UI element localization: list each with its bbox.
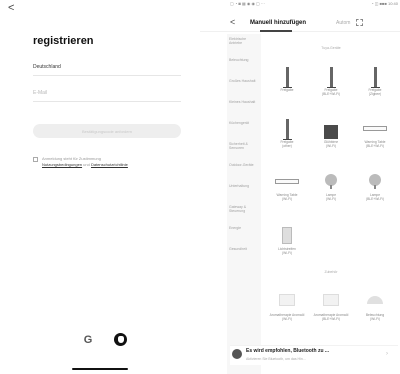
get-code-button[interactable]: Bestätigungscode anfordern: [33, 124, 181, 138]
bulb-icon: [324, 125, 338, 139]
terms-link[interactable]: Nutzungsbedingungen: [42, 162, 82, 167]
lamp-icon: [325, 174, 337, 189]
page-title: registrieren: [33, 35, 94, 47]
device-sub: (Wi-Fi): [282, 316, 292, 321]
device-sub: (Wi-Fi): [326, 143, 336, 148]
device-item[interactable]: Lampe (BLE+Wi-Fi): [356, 166, 394, 201]
chevron-right-icon[interactable]: ›: [386, 351, 388, 357]
sidebar-item[interactable]: Outdoor-Geräte: [227, 160, 261, 181]
privacy-link[interactable]: Datenschutzrichtlinie: [91, 162, 128, 167]
agreement-mid: und: [83, 162, 90, 167]
sidebar-item[interactable]: Gesundheit: [227, 244, 261, 265]
device-item[interactable]: Beleuchtung (Wi-Fi): [356, 286, 394, 321]
sidebar-item[interactable]: Elektrische Antriebe: [227, 34, 261, 55]
agreement-checkbox[interactable]: [33, 157, 38, 162]
status-icons-left: ▢ ◔ ◙ ▦ ◉ ◉ ▢ ···: [230, 1, 265, 6]
nav-bar: < Manuell hinzufügen Autom: [200, 14, 400, 32]
sidebar-item[interactable]: Küchengerät: [227, 118, 261, 139]
device-item[interactable]: Freigabe (BLE+Wi-Fi): [312, 61, 350, 96]
diffuser-icon: [279, 294, 295, 306]
bluetooth-icon: [232, 349, 242, 359]
device-item[interactable]: Lichtstreifen (Wi-Fi): [268, 220, 306, 255]
device-item[interactable]: Glühbirne (Wi-Fi): [312, 113, 350, 148]
tab-auto-scan[interactable]: Autom: [336, 20, 350, 26]
plug-icon: [370, 67, 380, 88]
plug-icon: [326, 67, 336, 88]
device-sub: (Zigbee): [368, 91, 382, 96]
status-icons-right: ◔ ◫ ■■■ 10:40: [371, 1, 398, 6]
section-header: Tuya-Geräte: [321, 46, 341, 50]
device-grid: Tuya-Geräte Freigabe Freigabe (BLE+Wi-Fi…: [262, 34, 400, 374]
social-login: G: [82, 333, 127, 346]
device-sub: (Wi-Fi): [326, 196, 336, 201]
table-lamp-icon: [275, 179, 299, 184]
google-icon[interactable]: G: [82, 334, 94, 346]
banner-subtitle: Aktivieren Sie Bluetooth, um das Hin...: [246, 357, 306, 361]
status-bar: ▢ ◔ ◙ ▦ ◉ ◉ ▢ ··· ◔ ◫ ■■■ 10:40: [230, 1, 398, 8]
category-sidebar: Elektrische Antriebe Beleuchtung Großes …: [227, 34, 261, 374]
device-sub: (Wi-Fi): [282, 196, 292, 201]
scan-icon[interactable]: [356, 19, 363, 26]
agreement-prefix: Anmeldung steht für Zustimmung: [42, 156, 101, 161]
sidebar-item[interactable]: Unterhaltung: [227, 181, 261, 202]
device-item[interactable]: Lampe (Wi-Fi): [312, 166, 350, 201]
device-sub: (BLE+Wi-Fi): [321, 91, 341, 96]
lamp-icon: [369, 174, 381, 189]
add-device-screen: ▢ ◔ ◙ ▦ ◉ ◉ ▢ ··· ◔ ◫ ■■■ 10:40 < Manuel…: [200, 0, 400, 374]
device-sub: (BLE+Wi-Fi): [365, 196, 385, 201]
device-item[interactable]: Freigabe (Zigbee): [356, 61, 394, 96]
device-item[interactable]: Aromatherapie Aromaöl (Wi-Fi): [268, 286, 306, 321]
device-sub: (BLE+Wi-Fi): [321, 316, 341, 321]
device-sub: (Wi-Fi): [282, 250, 292, 255]
agreement-text: Anmeldung steht für Zustimmung Nutzungsb…: [42, 156, 128, 168]
email-field[interactable]: E-Mail: [33, 90, 181, 102]
sidebar-item[interactable]: Beleuchtung: [227, 55, 261, 76]
device-item[interactable]: Freigabe: [268, 61, 306, 93]
device-sub: (Wi-Fi): [370, 316, 380, 321]
tab-manual-add[interactable]: Manuell hinzufügen: [250, 20, 306, 26]
sidebar-item[interactable]: Gateway & Steuerung: [227, 202, 261, 223]
banner-title: Es wird empfohlen, Bluetooth zu ...: [246, 348, 330, 354]
back-button[interactable]: <: [230, 17, 235, 27]
device-item[interactable]: Warning Table (BLE+Wi-Fi): [356, 113, 394, 148]
sidebar-item[interactable]: Energie: [227, 223, 261, 244]
device-item[interactable]: Aromatherapie Aromaöl (BLE+Wi-Fi): [312, 286, 350, 321]
device-item[interactable]: Warning Table (Wi-Fi): [268, 166, 306, 201]
back-button[interactable]: <: [8, 2, 14, 14]
device-item[interactable]: Freigabe (other): [268, 113, 306, 148]
apple-icon[interactable]: [114, 333, 127, 346]
device-sub: (other): [282, 143, 292, 148]
tab-indicator: [260, 30, 292, 32]
device-sub: (BLE+Wi-Fi): [365, 143, 385, 148]
lighting-icon: [367, 296, 383, 304]
bluetooth-banner[interactable]: Es wird empfohlen, Bluetooth zu ... Akti…: [230, 345, 398, 365]
diffuser-icon: [323, 294, 339, 306]
section-header: Zubehör: [324, 270, 338, 274]
home-indicator: [72, 368, 128, 370]
sidebar-item[interactable]: Kleines Haushalt: [227, 97, 261, 118]
register-screen: < registrieren Deutschland E-Mail Bestät…: [0, 0, 200, 374]
country-field[interactable]: Deutschland: [33, 64, 181, 76]
table-lamp-icon: [363, 126, 387, 131]
agreement: Anmeldung steht für Zustimmung Nutzungsb…: [33, 156, 183, 168]
sidebar-item[interactable]: Sicherheit & Sensoren: [227, 139, 261, 160]
plug-icon: [282, 119, 292, 140]
light-strip-icon: [282, 227, 292, 244]
device-name: Freigabe: [280, 88, 294, 92]
plug-icon: [282, 67, 292, 88]
sidebar-item[interactable]: Großes Haushalt: [227, 76, 261, 97]
